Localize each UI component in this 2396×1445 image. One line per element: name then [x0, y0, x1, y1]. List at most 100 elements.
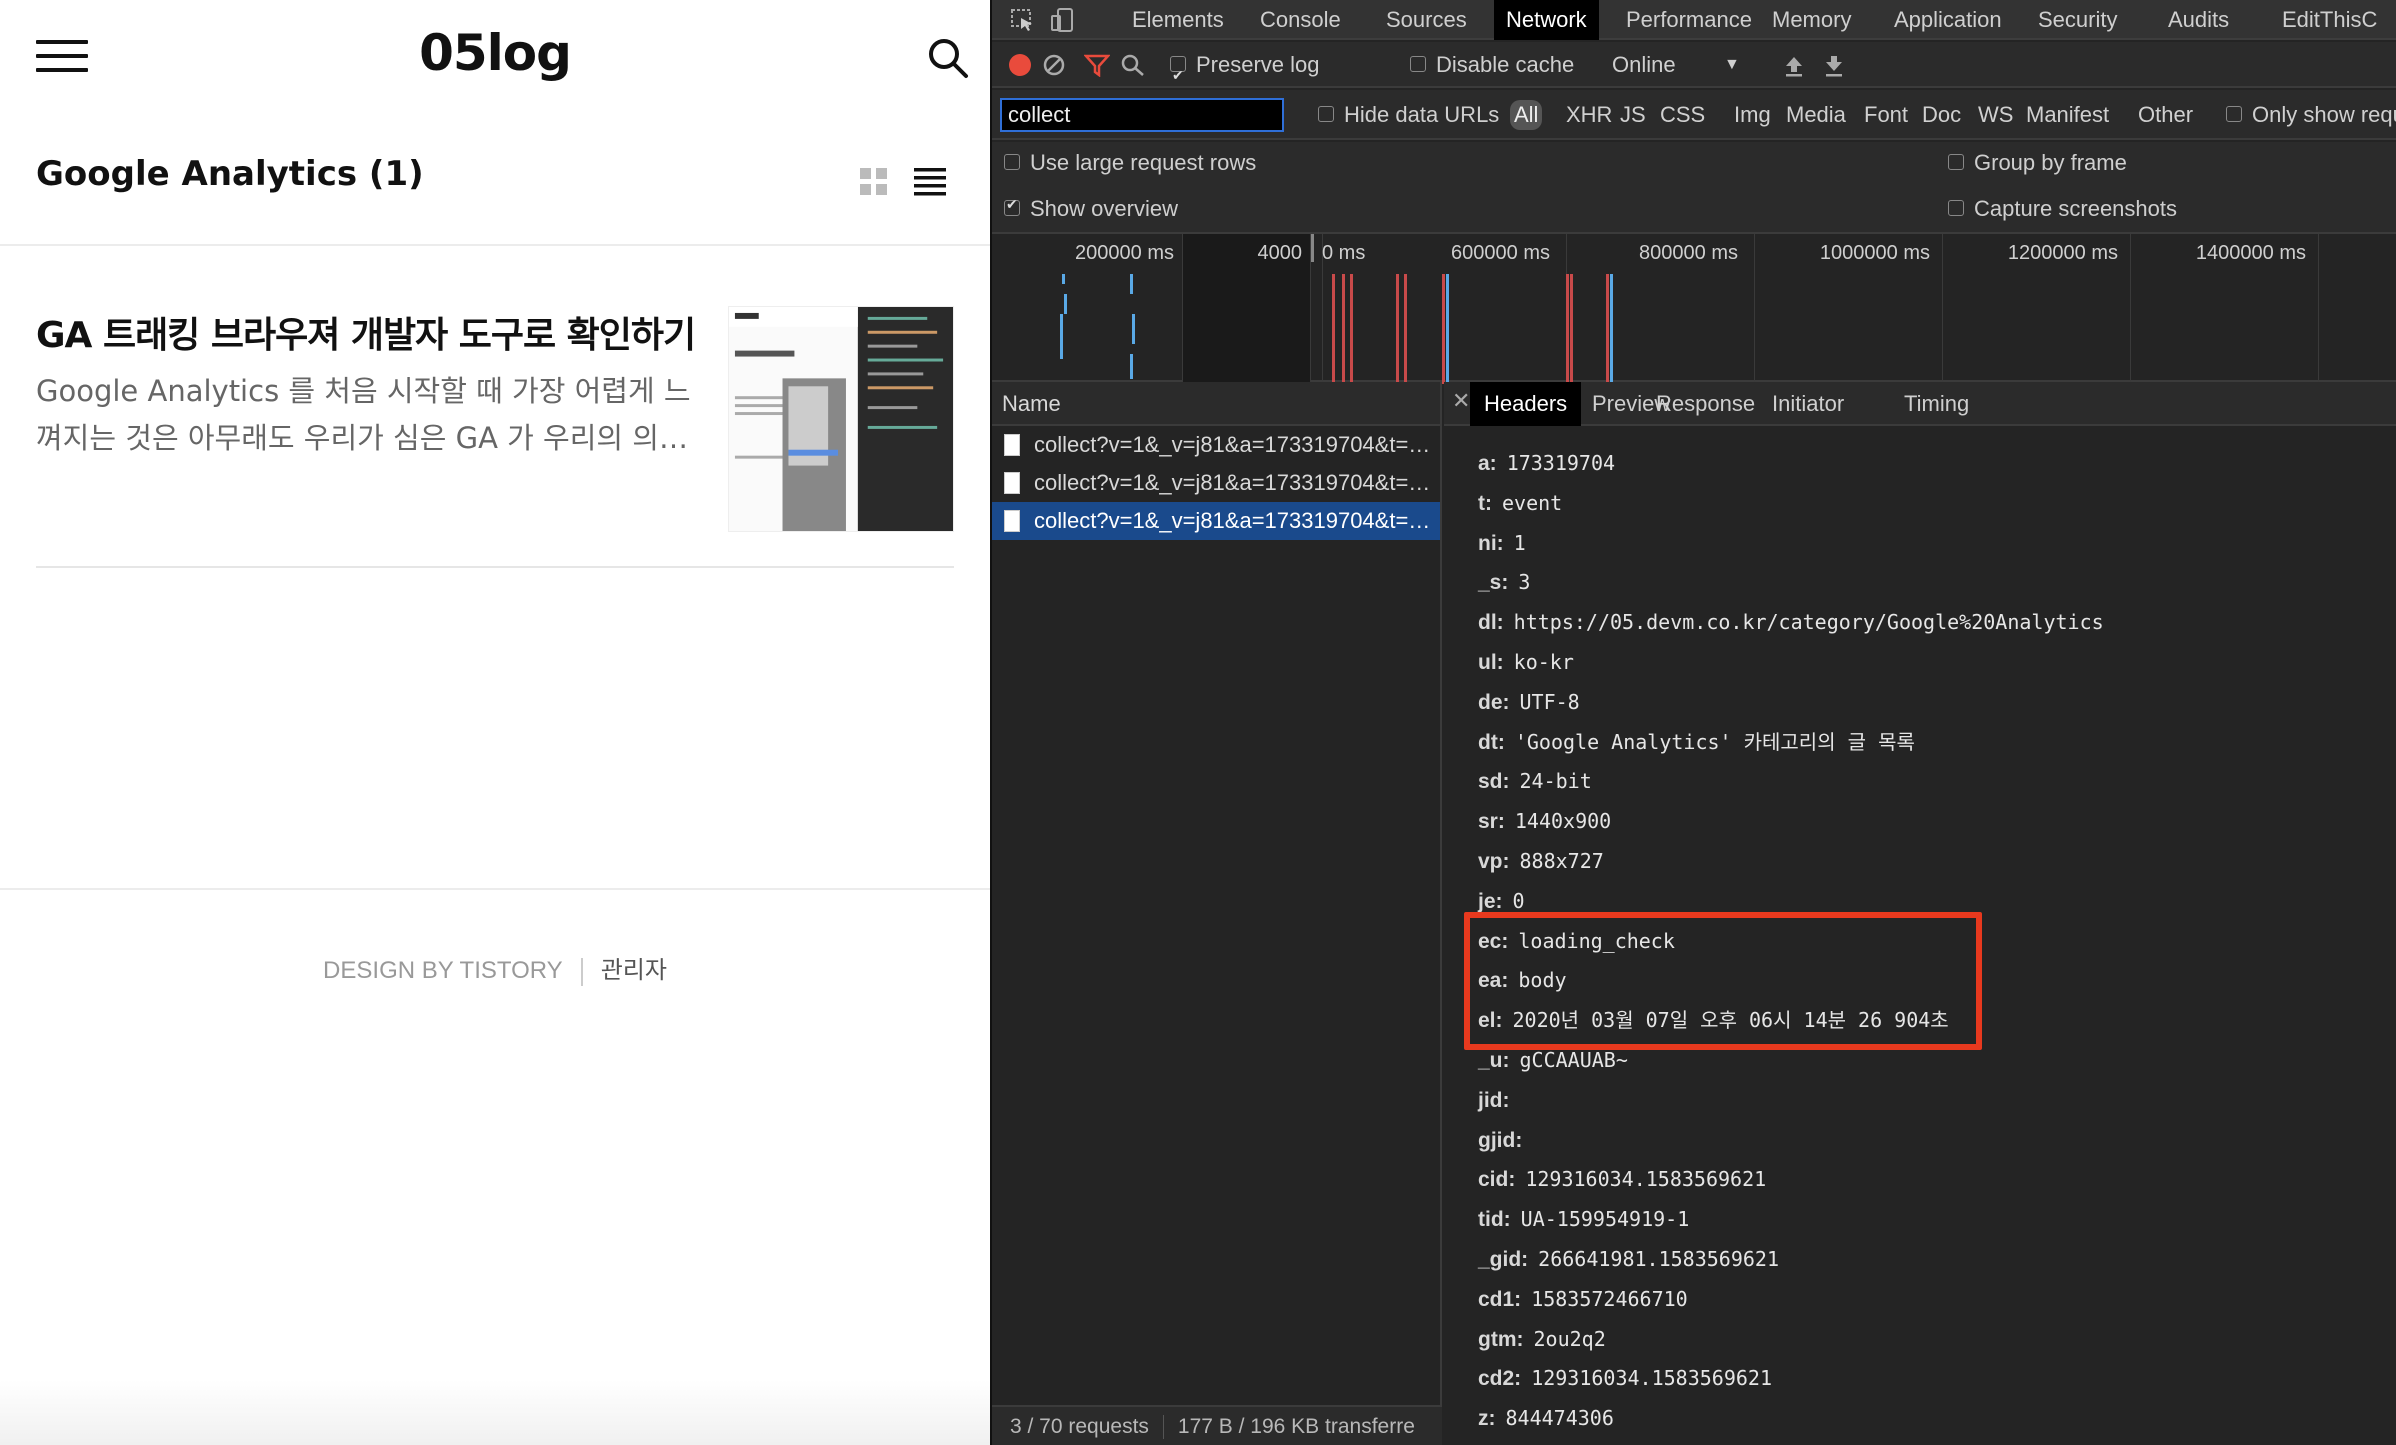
request-row[interactable]: collect?v=1&_v=j81&a=173319704&t=…: [992, 502, 1440, 540]
preserve-log-checkbox[interactable]: Preserve log: [1170, 42, 1320, 98]
tab-editthisc[interactable]: EditThisC: [2270, 0, 2389, 40]
overview-gridline: [1310, 234, 1311, 382]
inspect-element-icon[interactable]: [1010, 8, 1036, 32]
filter-bar: Hide data URLs All XHRJSCSS ImgMedia FontDo…: [992, 90, 2396, 140]
network-overview[interactable]: 200000 ms 4000 0 ms 600000 ms 800000 ms 10000…: [992, 234, 2396, 384]
param-key: cd1:: [1478, 1287, 1522, 1311]
filter-type-font[interactable]: Font: [1860, 100, 1912, 130]
list-view-icon[interactable]: [914, 168, 946, 196]
filter-type-ws[interactable]: WS: [1974, 100, 2017, 130]
only-show-checkbox[interactable]: Only show requ: [2222, 100, 2396, 130]
chevron-down-icon[interactable]: ▼: [1724, 42, 1740, 88]
param-key: tid:: [1478, 1208, 1511, 1232]
param-value: gCCAAUAB~: [1519, 1047, 1628, 1072]
tab-application[interactable]: Application: [1882, 0, 2014, 40]
detail-tab-timing[interactable]: Timing: [1890, 382, 1983, 426]
tab-audits[interactable]: Audits: [2156, 0, 2241, 40]
search-icon[interactable]: [1120, 53, 1146, 77]
document-icon: [1004, 472, 1020, 494]
filter-type-manifest[interactable]: Manifest: [2022, 100, 2113, 130]
throttle-select[interactable]: Online: [1612, 42, 1676, 88]
param-row: gtm: 2ou2q2: [1478, 1320, 2104, 1360]
capture-screenshots-label: Capture screenshots: [1974, 196, 2177, 221]
param-row: je: 0: [1478, 882, 2104, 922]
param-value: 2ou2q2: [1533, 1326, 1606, 1351]
tab-sources[interactable]: Sources: [1374, 0, 1479, 40]
param-row: cd2: 129316034.1583569621: [1478, 1359, 2104, 1399]
param-row: el: 2020년 03월 07일 오후 06시 14분 26 904초: [1478, 1001, 2104, 1041]
name-column-header[interactable]: Name: [992, 382, 1440, 426]
footer: DESIGN BY TISTORY 관리자: [0, 950, 990, 986]
hide-data-urls-checkbox[interactable]: Hide data URLs: [1314, 100, 1503, 130]
param-value: UA-159954919-1: [1520, 1207, 1690, 1232]
tab-network[interactable]: Network: [1494, 0, 1599, 40]
overview-tick-label: 1200000 ms: [2007, 242, 2118, 264]
param-row: t: event: [1478, 484, 2104, 524]
param-key: gtm:: [1478, 1327, 1524, 1351]
param-value: 173319704: [1506, 451, 1616, 475]
param-key: je:: [1478, 889, 1503, 913]
record-icon[interactable]: [1008, 53, 1032, 77]
filter-type-other[interactable]: Other: [2134, 100, 2197, 130]
disable-cache-label: Disable cache: [1436, 52, 1575, 77]
request-count: 3 / 70 requests: [1010, 1415, 1149, 1438]
overview-activity-bar: [1396, 274, 1399, 384]
export-har-icon[interactable]: [1822, 54, 1846, 78]
detail-tab-headers[interactable]: Headers: [1470, 382, 1582, 426]
request-list: Name collect?v=1&_v=j81&a=173319704&t=… c…: [992, 382, 1442, 1445]
tab-performance[interactable]: Performance: [1614, 0, 1764, 40]
close-icon[interactable]: ✕: [1452, 388, 1470, 414]
overview-tick-label: 200000 ms: [1075, 242, 1174, 264]
overview-activity-bar: [1342, 274, 1345, 384]
overview-activity-bar: [1062, 274, 1065, 284]
param-value: 1440x900: [1514, 809, 1612, 834]
capture-screenshots-checkbox[interactable]: Capture screenshots: [1948, 196, 2177, 222]
tab-security[interactable]: Security: [2026, 0, 2129, 40]
detail-tab-initiator[interactable]: Initiator: [1758, 382, 1858, 426]
disable-cache-checkbox[interactable]: Disable cache: [1410, 42, 1574, 88]
overview-activity-bar: [1060, 314, 1063, 359]
detail-tab-response[interactable]: Response: [1642, 382, 1769, 426]
search-icon[interactable]: [926, 36, 970, 80]
param-row: ea: body: [1478, 961, 2104, 1001]
transfer-size: 177 B / 196 KB transferre: [1177, 1415, 1415, 1438]
request-row[interactable]: collect?v=1&_v=j81&a=173319704&t=…: [992, 426, 1440, 464]
filter-icon[interactable]: [1084, 53, 1110, 77]
show-overview-checkbox[interactable]: Show overview: [1004, 196, 1178, 222]
param-value: 2020년 03월 07일 오후 06시 14분 26 904초: [1512, 1008, 1949, 1033]
overview-activity-bar: [1570, 274, 1573, 384]
tab-console[interactable]: Console: [1248, 0, 1353, 40]
group-by-frame-checkbox[interactable]: Group by frame: [1948, 150, 2127, 176]
param-value: UTF-8: [1519, 689, 1580, 714]
filter-type-css[interactable]: CSS: [1656, 100, 1709, 130]
filter-input[interactable]: [1000, 98, 1284, 132]
import-har-icon[interactable]: [1782, 54, 1806, 78]
post-thumbnail[interactable]: [728, 306, 954, 532]
post-card[interactable]: GA 트래킹 브라우져 개발자 도구로 확인하기 Google Analytic…: [36, 296, 954, 536]
device-toolbar-icon[interactable]: [1050, 8, 1076, 32]
post-excerpt: Google Analytics 를 처음 시작할 때 가장 어렵게 느껴지는 …: [36, 374, 691, 455]
filter-type-all[interactable]: All: [1510, 100, 1543, 130]
filter-type-xhr[interactable]: XHR: [1562, 100, 1616, 130]
tab-memory[interactable]: Memory: [1760, 0, 1863, 40]
filter-type-doc[interactable]: Doc: [1918, 100, 1965, 130]
devtools-panel: Elements Console Sources Network Performance…: [990, 0, 2396, 1445]
filter-type-img[interactable]: Img: [1730, 100, 1775, 130]
footer-admin-link[interactable]: 관리자: [601, 957, 667, 984]
grid-view-icon[interactable]: [860, 168, 888, 196]
site-title[interactable]: 05log: [0, 24, 990, 82]
footer-design[interactable]: DESIGN BY TISTORY: [323, 957, 563, 984]
param-key: ec:: [1478, 929, 1509, 953]
param-key: cid:: [1478, 1168, 1516, 1192]
overview-tick-label: 0 ms: [1322, 242, 1366, 264]
post-title[interactable]: GA 트래킹 브라우져 개발자 도구로 확인하기: [36, 306, 716, 358]
only-show-label: Only show requ: [2252, 102, 2396, 127]
large-rows-checkbox[interactable]: Use large request rows: [1004, 150, 1256, 176]
overview-activity-bar: [1332, 274, 1335, 384]
filter-type-media[interactable]: Media: [1782, 100, 1850, 130]
filter-type-js[interactable]: JS: [1616, 100, 1650, 130]
request-row[interactable]: collect?v=1&_v=j81&a=173319704&t=…: [992, 464, 1440, 502]
tab-elements[interactable]: Elements: [1120, 0, 1236, 40]
overview-activity-bar: [1350, 274, 1353, 384]
clear-icon[interactable]: [1042, 53, 1066, 77]
